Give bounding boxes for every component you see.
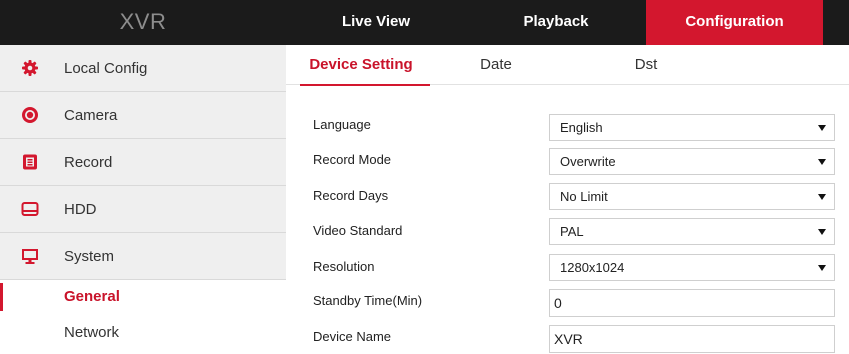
- record-days-label: Record Days: [313, 188, 389, 203]
- settings-tabs: Device Setting Date Dst: [286, 45, 849, 86]
- select-value: 1280x1024: [560, 260, 625, 275]
- tab-label: Date: [480, 56, 512, 73]
- active-marker: [0, 283, 3, 311]
- sidebar-subitem-general[interactable]: General: [0, 281, 286, 313]
- sidebar-subitem-label: Network: [64, 324, 120, 341]
- sidebar-item-camera[interactable]: Camera: [0, 92, 286, 139]
- sidebar-item-label: System: [64, 248, 115, 265]
- select-value: Overwrite: [560, 154, 616, 169]
- language-label: Language: [313, 117, 371, 132]
- select-value: No Limit: [560, 189, 608, 204]
- camera-icon: [21, 106, 39, 124]
- record-mode-label: Record Mode: [313, 152, 392, 167]
- dropdown-arrow-icon: [818, 125, 826, 131]
- tab-dst[interactable]: Dst: [616, 45, 676, 85]
- sidebar-item-local-config[interactable]: Local Config: [0, 45, 286, 92]
- sidebar: Local Config Camera Record HDD System Ge…: [0, 45, 286, 354]
- sidebar-item-label: Local Config: [64, 60, 148, 77]
- tab-label: Dst: [634, 56, 658, 73]
- sidebar-item-label: Record: [64, 154, 113, 171]
- nav-live-view[interactable]: Live View: [286, 0, 466, 45]
- record-days-select[interactable]: No Limit: [549, 183, 835, 210]
- dropdown-arrow-icon: [818, 159, 826, 165]
- sidebar-subitem-label: General: [64, 288, 120, 305]
- device-name-input[interactable]: XVR: [549, 325, 835, 353]
- top-bar: XVR Live View Playback Configuration: [0, 0, 849, 45]
- monitor-icon: [21, 247, 39, 265]
- select-value: English: [560, 120, 603, 135]
- standby-time-label: Standby Time(Min): [313, 293, 423, 308]
- nav-configuration[interactable]: Configuration: [646, 0, 823, 45]
- record-mode-select[interactable]: Overwrite: [549, 148, 835, 175]
- device-name-label: Device Name: [313, 329, 392, 344]
- tab-date[interactable]: Date: [466, 45, 526, 85]
- sidebar-item-label: Camera: [64, 107, 118, 124]
- tab-device-setting[interactable]: Device Setting: [296, 45, 430, 86]
- sidebar-item-record[interactable]: Record: [0, 139, 286, 186]
- sidebar-item-system[interactable]: System: [0, 233, 286, 280]
- hdd-icon: [21, 200, 39, 218]
- sidebar-item-label: HDD: [64, 201, 97, 218]
- tab-label: Device Setting: [309, 56, 413, 73]
- language-select[interactable]: English: [549, 114, 835, 141]
- active-tab-underline: [300, 84, 430, 86]
- app-logo: XVR: [119, 9, 167, 34]
- dropdown-arrow-icon: [818, 194, 826, 200]
- nav-playback[interactable]: Playback: [466, 0, 646, 45]
- sidebar-item-hdd[interactable]: HDD: [0, 186, 286, 233]
- gear-icon: [21, 59, 39, 77]
- resolution-label: Resolution: [313, 259, 375, 274]
- resolution-select[interactable]: 1280x1024: [549, 254, 835, 281]
- sidebar-subitem-network[interactable]: Network: [0, 317, 286, 349]
- select-value: PAL: [560, 224, 584, 239]
- video-standard-select[interactable]: PAL: [549, 218, 835, 245]
- dropdown-arrow-icon: [818, 229, 826, 235]
- record-icon: [21, 153, 39, 171]
- standby-time-input[interactable]: 0: [549, 289, 835, 317]
- video-standard-label: Video Standard: [313, 223, 403, 238]
- dropdown-arrow-icon: [818, 265, 826, 271]
